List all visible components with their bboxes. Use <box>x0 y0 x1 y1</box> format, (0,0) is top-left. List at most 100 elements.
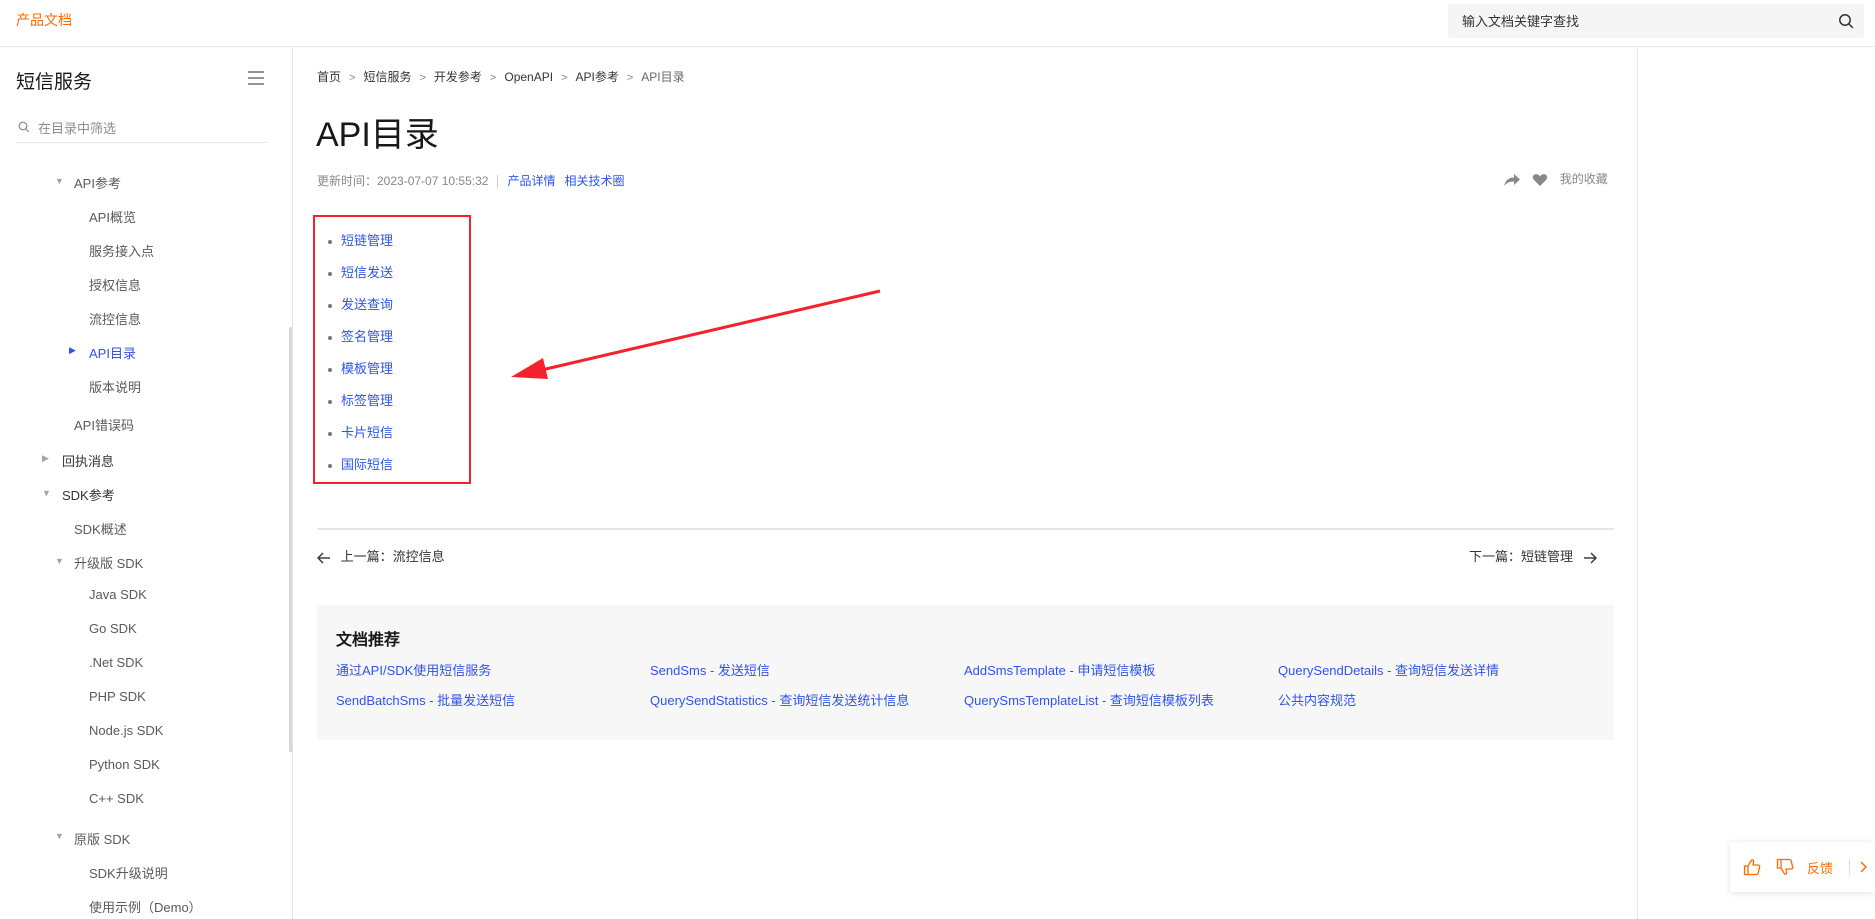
product-details-link[interactable]: 产品详情 <box>507 174 555 188</box>
sidebar-item-php-sdk[interactable]: PHP SDK <box>89 689 146 704</box>
chevron-down-icon[interactable]: ▼ <box>55 831 64 841</box>
search-box[interactable] <box>1448 4 1864 38</box>
sidebar-item-api-reference[interactable]: API参考 <box>74 173 121 192</box>
list-item: 国际短信 <box>327 451 393 483</box>
list-item: 发送查询 <box>327 291 393 323</box>
breadcrumb-sms-service[interactable]: 短信服务 <box>363 70 411 84</box>
share-icon[interactable] <box>1503 173 1521 187</box>
rec-link[interactable]: SendBatchSms - 批量发送短信 <box>336 690 515 709</box>
api-link-template[interactable]: 模板管理 <box>341 361 393 376</box>
chevron-right-icon: > <box>561 72 568 84</box>
rec-link[interactable]: QuerySendStatistics - 查询短信发送统计信息 <box>650 690 909 709</box>
sidebar-item-upgraded-sdk[interactable]: 升级版 SDK <box>74 553 143 572</box>
sidebar-item-endpoints[interactable]: 服务接入点 <box>89 241 154 260</box>
search-icon <box>18 121 30 133</box>
breadcrumb: 首页 > 短信服务 > 开发参考 > OpenAPI > API参考 > API目录 <box>317 68 685 85</box>
thumbs-up-icon[interactable] <box>1743 858 1761 876</box>
breadcrumb-dev-reference[interactable]: 开发参考 <box>434 70 482 84</box>
heart-icon[interactable] <box>1532 173 1548 187</box>
sidebar-item-error-codes[interactable]: API错误码 <box>74 415 134 434</box>
rec-link[interactable]: SendSms - 发送短信 <box>650 660 770 679</box>
sidebar-item-sdk-reference[interactable]: SDK参考 <box>62 485 115 504</box>
api-link-intl-sms[interactable]: 国际短信 <box>341 457 393 472</box>
sidebar-item-version-notes[interactable]: 版本说明 <box>89 377 141 396</box>
sidebar-item-python-sdk[interactable]: Python SDK <box>89 757 160 772</box>
list-item: 模板管理 <box>327 355 393 387</box>
breadcrumb-api-reference[interactable]: API参考 <box>576 70 619 84</box>
rec-link[interactable]: QuerySendDetails - 查询短信发送详情 <box>1278 660 1499 679</box>
chevron-right-icon[interactable]: ▶ <box>42 453 49 464</box>
chevron-right-icon[interactable] <box>1857 858 1871 876</box>
chevron-right-icon: > <box>349 72 356 84</box>
updated-time: 更新时间：2023-07-07 10:55:32 <box>317 174 489 188</box>
product-docs-link[interactable]: 产品文档 <box>16 10 72 30</box>
rec-link[interactable]: AddSmsTemplate - 申请短信模板 <box>964 660 1155 679</box>
sidebar-item-sdk-overview[interactable]: SDK概述 <box>74 519 127 538</box>
api-link-short-url[interactable]: 短链管理 <box>341 233 393 248</box>
chevron-right-icon: > <box>489 72 497 84</box>
prev-article-link[interactable]: 上一篇：流控信息 <box>317 546 445 565</box>
breadcrumb-current: API目录 <box>641 70 685 84</box>
divider <box>1637 47 1638 919</box>
page-title: API目录 <box>316 116 439 154</box>
feedback-widget: 反馈 <box>1730 842 1875 892</box>
recommended-docs: 文档推荐 通过API/SDK使用短信服务 SendSms - 发送短信 AddS… <box>317 605 1614 740</box>
api-link-send-query[interactable]: 发送查询 <box>341 297 393 312</box>
api-link-card-sms[interactable]: 卡片短信 <box>341 425 393 440</box>
chevron-right-icon: > <box>626 72 634 84</box>
rec-link[interactable]: QuerySmsTemplateList - 查询短信模板列表 <box>964 690 1214 709</box>
my-favorites-button[interactable]: 我的收藏 <box>1560 172 1608 186</box>
divider <box>1849 859 1850 875</box>
tech-community-link[interactable]: 相关技术圈 <box>564 174 624 188</box>
sidebar-item-cpp-sdk[interactable]: C++ SDK <box>89 791 144 806</box>
chevron-right-icon: > <box>419 72 426 84</box>
sidebar-title: 短信服务 <box>16 72 93 93</box>
arrow-right-icon <box>1583 552 1597 564</box>
api-link-signature[interactable]: 签名管理 <box>341 329 393 344</box>
sidebar: 短信服务 ▼ API参考 API概览 服务接入点 授权信息 流控信息 ▶ API… <box>0 47 293 919</box>
list-item: 标签管理 <box>327 387 393 419</box>
annotation-arrow-icon <box>511 289 881 379</box>
sidebar-item-demo[interactable]: 使用示例（Demo） <box>89 897 202 916</box>
next-article-label: 下一篇：短链管理 <box>1469 549 1574 564</box>
sidebar-item-api-catalog[interactable]: API目录 <box>89 343 136 362</box>
list-item: 签名管理 <box>327 323 393 355</box>
api-catalog-list: 短链管理 短信发送 发送查询 签名管理 模板管理 标签管理 卡片短信 国际短信 <box>327 227 393 483</box>
sidebar-item-nodejs-sdk[interactable]: Node.js SDK <box>89 723 163 738</box>
menu-icon[interactable] <box>247 70 265 86</box>
feedback-button[interactable]: 反馈 <box>1807 858 1833 877</box>
chevron-down-icon[interactable]: ▼ <box>42 488 51 498</box>
chevron-down-icon[interactable]: ▼ <box>55 176 64 186</box>
next-article-link[interactable]: 下一篇：短链管理 <box>1469 546 1597 565</box>
page-meta: 更新时间：2023-07-07 10:55:32 产品详情 相关技术圈 <box>317 172 633 189</box>
sidebar-filter-input[interactable] <box>38 119 258 137</box>
main-content: 首页 > 短信服务 > 开发参考 > OpenAPI > API参考 > API目录 API目录 更… <box>293 47 1638 919</box>
rec-link[interactable]: 公共内容规范 <box>1278 690 1356 709</box>
sidebar-item-sdk-upgrade-notes[interactable]: SDK升级说明 <box>89 863 168 882</box>
breadcrumb-home[interactable]: 首页 <box>317 70 341 84</box>
sidebar-item-api-overview[interactable]: API概览 <box>89 207 136 226</box>
divider <box>497 175 499 189</box>
sidebar-item-net-sdk[interactable]: .Net SDK <box>89 655 143 670</box>
breadcrumb-openapi[interactable]: OpenAPI <box>504 70 553 84</box>
recommended-docs-title: 文档推荐 <box>336 632 401 649</box>
top-bar: 产品文档 <box>0 0 1875 47</box>
sidebar-item-go-sdk[interactable]: Go SDK <box>89 621 137 636</box>
api-link-tag[interactable]: 标签管理 <box>341 393 393 408</box>
sidebar-item-legacy-sdk[interactable]: 原版 SDK <box>74 829 130 848</box>
rec-link[interactable]: 通过API/SDK使用短信服务 <box>336 660 491 679</box>
thumbs-down-icon[interactable] <box>1776 858 1794 876</box>
sidebar-item-receipt-messages[interactable]: 回执消息 <box>62 451 114 470</box>
search-input[interactable] <box>1462 12 1822 30</box>
sidebar-item-java-sdk[interactable]: Java SDK <box>89 587 147 602</box>
sidebar-filter[interactable] <box>16 113 268 143</box>
sidebar-item-flow-control[interactable]: 流控信息 <box>89 309 141 328</box>
arrow-left-icon <box>317 552 330 564</box>
api-link-sms-send[interactable]: 短信发送 <box>341 265 393 280</box>
page-actions: 我的收藏 <box>1503 170 1608 187</box>
list-item: 短链管理 <box>327 227 393 259</box>
search-icon[interactable] <box>1838 13 1854 29</box>
sidebar-item-auth-info[interactable]: 授权信息 <box>89 275 141 294</box>
divider <box>317 528 1614 530</box>
chevron-down-icon[interactable]: ▼ <box>55 556 64 566</box>
